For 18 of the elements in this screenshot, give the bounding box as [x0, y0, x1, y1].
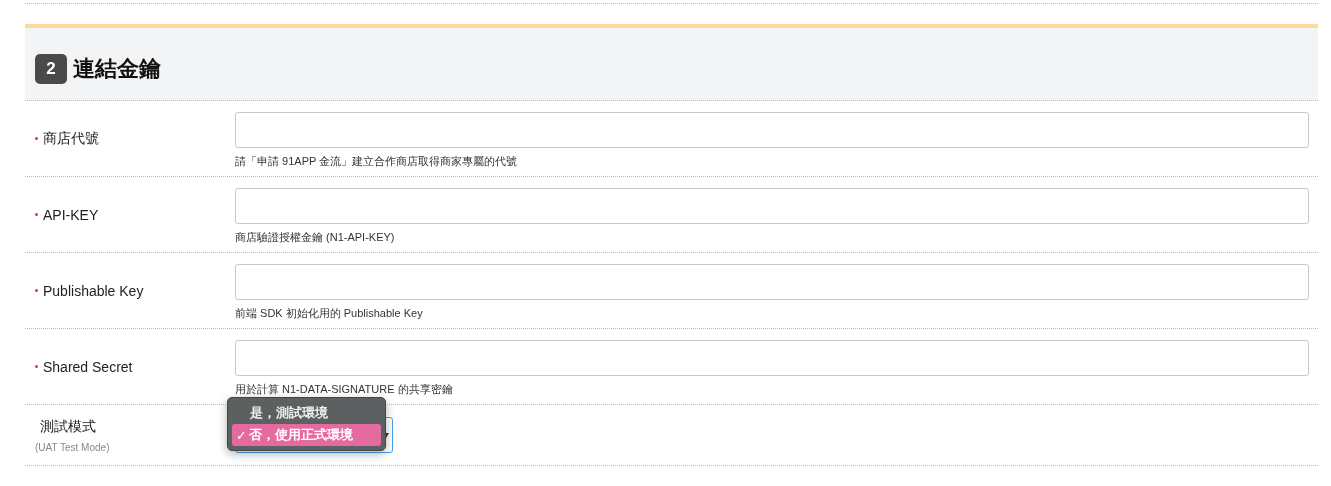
step-badge: 2 — [35, 54, 67, 84]
field-hint: 商店驗證授權金鑰 (N1-API-KEY) — [235, 230, 395, 245]
input-field[interactable] — [235, 188, 1309, 224]
field-label: 測試模式 — [40, 417, 96, 436]
field-label: API-KEY — [43, 206, 99, 223]
input-field[interactable] — [235, 264, 1309, 300]
field-label: 商店代號 — [43, 129, 99, 148]
menu-option[interactable]: 是，測試環境 — [232, 402, 381, 424]
field-hint: 前端 SDK 初始化用的 Publishable Key — [235, 306, 423, 321]
field-sublabel: (UAT Test Mode) — [35, 441, 111, 453]
field-label: Publishable Key — [43, 282, 144, 299]
field-hint: 用於計算 N1-DATA-SIGNATURE 的共享密鑰 — [235, 382, 453, 397]
field-hint: 請「申請 91APP 金流」建立合作商店取得商家專屬的代號 — [235, 154, 518, 169]
field-label: Shared Secret — [43, 358, 133, 375]
input-field[interactable] — [235, 340, 1309, 376]
input-field[interactable] — [235, 112, 1309, 148]
section-title: 連結金鑰 — [73, 55, 161, 83]
menu-option[interactable]: ✓否，使用正式環境 — [232, 424, 381, 446]
